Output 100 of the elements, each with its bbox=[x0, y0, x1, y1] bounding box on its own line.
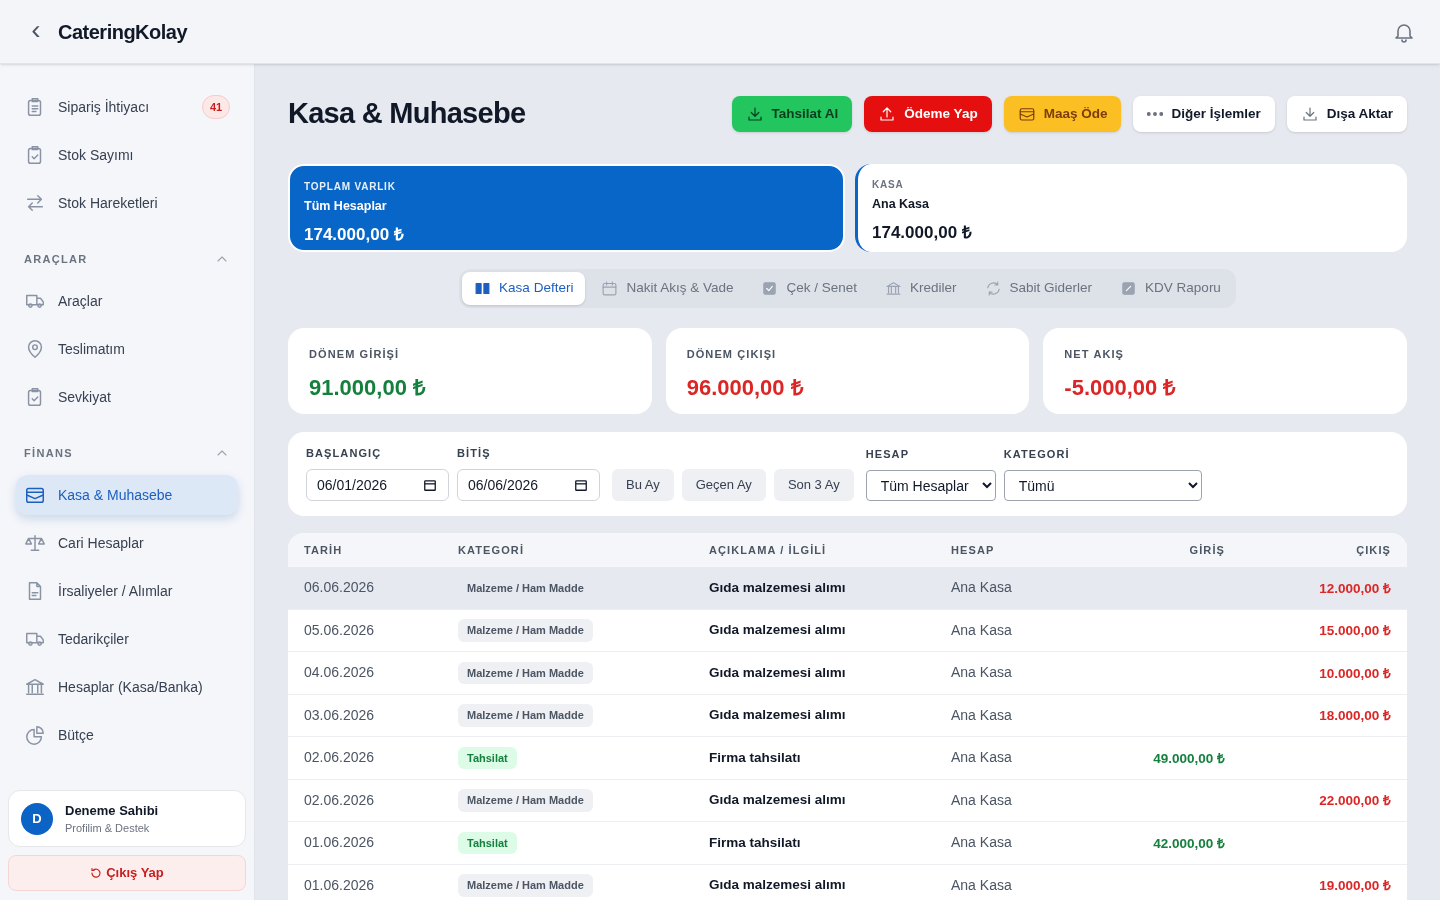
account-cell-text: Ana Kasa bbox=[951, 875, 1013, 895]
column-header: HESAP bbox=[951, 542, 996, 558]
account-card[interactable]: KASA Ana Kasa 174.000,00 ₺ bbox=[855, 164, 1407, 252]
account-name: Tüm Hesaplar bbox=[304, 198, 388, 215]
table-row[interactable]: 06.06.2026 Malzeme / Ham Madde Gıda malzemesi alımı Ana Kasa 12.000,00 ₺ bbox=[288, 567, 1407, 610]
tab[interactable]: Kasa Defteri bbox=[462, 272, 586, 305]
category-tag: Malzeme / Ham Madde bbox=[458, 874, 593, 897]
expense-amount: 10.000,00 ₺ bbox=[1319, 665, 1391, 681]
profile-name: Deneme Sahibi bbox=[65, 801, 159, 820]
date-cell-text: 05.06.2026 bbox=[304, 620, 376, 640]
tab[interactable]: Krediler bbox=[873, 272, 969, 305]
calendar-icon bbox=[601, 280, 619, 297]
description-cell-text: Gıda malzemesi alımı bbox=[709, 621, 847, 640]
date-cell-text: 02.06.2026 bbox=[304, 790, 376, 810]
dropdown-field[interactable]: Tüm Hesaplar bbox=[865, 470, 996, 501]
income-amount: 42.000,00 ₺ bbox=[1153, 835, 1225, 851]
category-tag: Malzeme / Ham Madde bbox=[458, 661, 593, 684]
action-button[interactable]: Diğer İşlemler bbox=[1133, 96, 1275, 132]
date-cell-text: 01.06.2026 bbox=[304, 875, 376, 895]
filter-label: BİTİŞ bbox=[457, 445, 492, 461]
expense-amount: 22.000,00 ₺ bbox=[1319, 793, 1391, 809]
category-tag: Tahsilat bbox=[458, 831, 517, 854]
action-button[interactable]: Maaş Öde bbox=[1003, 96, 1122, 132]
date-cell-text: 06.06.2026 bbox=[304, 578, 376, 598]
repeat-icon bbox=[984, 280, 1002, 297]
count-badge: 41 bbox=[202, 95, 230, 119]
logout-button[interactable]: Çıkış Yap bbox=[8, 855, 246, 891]
description-cell-text: Gıda malzemesi alımı bbox=[709, 876, 847, 895]
tab[interactable]: KDV Raporu bbox=[1108, 272, 1233, 305]
stat-label: DÖNEM GİRİŞİ bbox=[309, 347, 401, 362]
column-header: ÇIKIŞ bbox=[1355, 542, 1391, 558]
sidebar-item[interactable]: Teslimatım bbox=[16, 329, 238, 369]
stat-label: DÖNEM ÇIKIŞI bbox=[686, 347, 778, 362]
description-cell-text: Gıda malzemesi alımı bbox=[709, 706, 847, 725]
account-cell-text: Ana Kasa bbox=[951, 790, 1013, 810]
section-title: ARAÇLAR bbox=[24, 251, 88, 267]
sidebar-item[interactable]: Araçlar bbox=[16, 281, 238, 321]
calendar-icon[interactable] bbox=[574, 478, 588, 492]
tab[interactable]: Nakit Akış & Vade bbox=[589, 272, 746, 305]
account-balance: 174.000,00 ₺ bbox=[304, 223, 405, 246]
period-button[interactable]: Son 3 Ay bbox=[773, 469, 854, 501]
sidebar-item[interactable]: Sevkiyat bbox=[16, 377, 238, 417]
account-cell-text: Ana Kasa bbox=[951, 578, 1013, 598]
category-tag: Malzeme / Ham Madde bbox=[458, 619, 593, 642]
dropdown-field[interactable]: Tümü bbox=[1003, 470, 1202, 501]
date-cell-text: 03.06.2026 bbox=[304, 705, 376, 725]
account-cell-text: Ana Kasa bbox=[951, 748, 1013, 768]
profile-card[interactable]: D Deneme Sahibi Profilim & Destek bbox=[8, 790, 246, 847]
account-caption: KASA bbox=[872, 178, 905, 192]
bank-icon bbox=[24, 676, 46, 698]
sidebar-item[interactable]: Stok Hareketleri bbox=[16, 183, 238, 223]
expense-amount: 15.000,00 ₺ bbox=[1319, 623, 1391, 639]
description-cell-text: Firma tahsilatı bbox=[709, 833, 802, 852]
action-button[interactable]: Ödeme Yap bbox=[864, 96, 992, 132]
wallet-icon bbox=[1017, 105, 1036, 123]
back-button[interactable]: ‹ bbox=[24, 15, 48, 44]
category-tag: Malzeme / Ham Madde bbox=[458, 704, 593, 727]
stat-label: NET AKIŞ bbox=[1064, 347, 1126, 362]
description-cell-text: Gıda malzemesi alımı bbox=[709, 791, 847, 810]
filter-label: HESAP bbox=[865, 446, 911, 462]
column-header: AÇIKLAMA / İLGİLİ bbox=[709, 542, 828, 558]
stat-value: 96.000,00 ₺ bbox=[686, 373, 805, 402]
more-icon bbox=[1147, 112, 1164, 116]
date-cell-text: 01.06.2026 bbox=[304, 833, 376, 853]
sidebar-item[interactable]: Stok Sayımı bbox=[16, 135, 238, 175]
undo-icon bbox=[90, 867, 103, 879]
download-icon bbox=[745, 105, 764, 123]
description-cell-text: Firma tahsilatı bbox=[709, 748, 802, 767]
action-button[interactable]: Tahsilat Al bbox=[731, 96, 853, 132]
scale-icon bbox=[24, 532, 46, 554]
filter-label: BAŞLANGIÇ bbox=[306, 445, 383, 461]
sidebar-item[interactable]: Hesaplar (Kasa/Banka) bbox=[16, 667, 238, 707]
tab[interactable]: Sabit Giderler bbox=[972, 272, 1105, 305]
sidebar-item[interactable]: Cari Hesaplar bbox=[16, 523, 238, 563]
action-button[interactable]: Dışa Aktar bbox=[1286, 96, 1407, 132]
bank-icon bbox=[885, 280, 902, 297]
period-button[interactable]: Bu Ay bbox=[612, 469, 674, 501]
period-button[interactable]: Geçen Ay bbox=[681, 469, 766, 501]
calendar-icon[interactable] bbox=[423, 478, 437, 492]
account-cell-text: Ana Kasa bbox=[951, 620, 1013, 640]
date-field[interactable]: 06/01/2026 bbox=[306, 469, 449, 501]
date-cell-text: 02.06.2026 bbox=[304, 748, 376, 768]
column-header: KATEGORİ bbox=[458, 542, 526, 558]
sidebar-item[interactable]: Bütçe bbox=[16, 715, 238, 755]
sidebar-item[interactable]: Kasa & Muhasebe bbox=[16, 475, 238, 515]
sidebar-item[interactable]: Sipariş İhtiyacı 41 bbox=[16, 87, 238, 127]
sidebar-item[interactable]: Tedarikçiler bbox=[16, 619, 238, 659]
page-title: Kasa & Muhasebe bbox=[288, 96, 526, 132]
description-cell-text: Gıda malzemesi alımı bbox=[709, 578, 847, 597]
column-header: TARİH bbox=[304, 542, 344, 558]
filter-label: KATEGORİ bbox=[1003, 446, 1071, 462]
tab[interactable]: Çek / Senet bbox=[749, 272, 869, 305]
profile-subtitle: Profilim & Destek bbox=[65, 821, 151, 836]
pie-chart-icon bbox=[24, 724, 46, 746]
download-icon bbox=[1300, 105, 1319, 123]
account-card[interactable]: TOPLAM VARLIK Tüm Hesaplar 174.000,00 ₺ bbox=[288, 164, 845, 252]
upload-icon bbox=[878, 105, 897, 123]
expense-amount: 12.000,00 ₺ bbox=[1319, 580, 1391, 596]
date-field[interactable]: 06/06/2026 bbox=[457, 469, 600, 501]
sidebar-item[interactable]: İrsaliyeler / Alımlar bbox=[16, 571, 238, 611]
